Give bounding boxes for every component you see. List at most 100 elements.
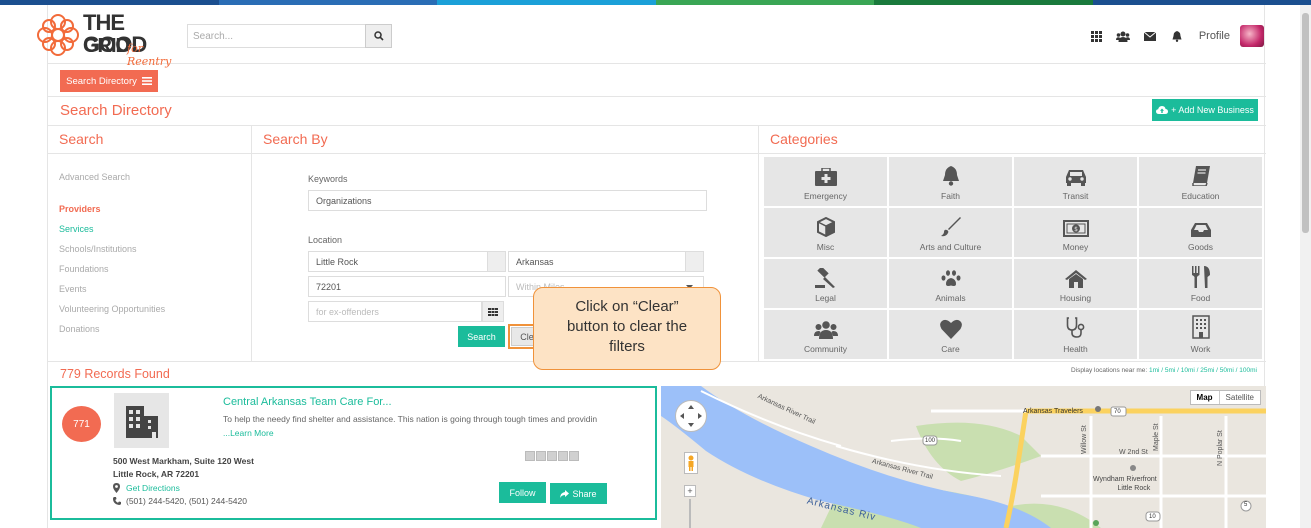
zoom-in-button[interactable]: + bbox=[684, 485, 696, 497]
category-care[interactable]: Care bbox=[889, 310, 1012, 359]
location-label: Location bbox=[308, 235, 343, 245]
profile-link[interactable]: Profile bbox=[1199, 30, 1230, 42]
map-label: N Poplar St bbox=[1217, 430, 1224, 466]
map-type-satellite-button[interactable]: Satellite bbox=[1220, 391, 1260, 404]
map-type-map-button[interactable]: Map bbox=[1191, 391, 1220, 404]
category-label: Emergency bbox=[804, 191, 847, 201]
nav-item-schools[interactable]: Schools/Institutions bbox=[59, 244, 165, 264]
category-money[interactable]: $ Money bbox=[1014, 208, 1137, 257]
category-work[interactable]: Work bbox=[1139, 310, 1262, 359]
category-education[interactable]: Education bbox=[1139, 157, 1262, 206]
nav-item-events[interactable]: Events bbox=[59, 284, 165, 304]
divider bbox=[48, 153, 251, 154]
radius-links[interactable]: 1mi / 5mi / 10mi / 25mi / 50mi / 100mi bbox=[1149, 367, 1257, 374]
nav-item-foundations[interactable]: Foundations bbox=[59, 264, 165, 284]
gavel-icon bbox=[814, 268, 835, 288]
add-new-business-button[interactable]: + Add New Business bbox=[1152, 99, 1258, 121]
filter-input[interactable]: for ex-offenders bbox=[308, 301, 482, 322]
category-label: Education bbox=[1181, 191, 1220, 201]
category-emergency[interactable]: Emergency bbox=[764, 157, 887, 206]
category-label: Animals bbox=[935, 293, 966, 303]
category-transit[interactable]: Transit bbox=[1014, 157, 1137, 206]
zip-input[interactable]: 72201 bbox=[308, 276, 506, 297]
avatar[interactable] bbox=[1240, 25, 1264, 47]
street-view-pegman[interactable] bbox=[684, 452, 698, 474]
callout-line-3: filters bbox=[609, 338, 645, 355]
site-logo[interactable]: THE GOOD GRID for Reentry bbox=[35, 8, 185, 68]
category-misc[interactable]: Misc bbox=[764, 208, 887, 257]
nav-item-donations[interactable]: Donations bbox=[59, 324, 165, 344]
listing-card: 771 Central Arkansas Team Care For... To… bbox=[50, 386, 657, 520]
pegman-icon bbox=[688, 455, 694, 471]
divider bbox=[759, 153, 1266, 154]
address-line-2: Little Rock, AR 72201 bbox=[113, 469, 200, 479]
filter-grid-button[interactable] bbox=[482, 301, 504, 322]
listing-thumbnail bbox=[114, 393, 169, 448]
grid-icon bbox=[488, 307, 498, 316]
nav-item-volunteering[interactable]: Volunteering Opportunities bbox=[59, 304, 165, 324]
category-legal[interactable]: Legal bbox=[764, 259, 887, 308]
category-label: Food bbox=[1190, 293, 1211, 303]
star-icon bbox=[558, 451, 568, 461]
address-line-1: 500 West Markham, Suite 120 West bbox=[113, 456, 254, 466]
listing-number-badge: 771 bbox=[62, 406, 101, 442]
scrollbar-thumb[interactable] bbox=[1302, 13, 1309, 233]
page-scrollbar[interactable] bbox=[1300, 5, 1311, 528]
zoom-slider[interactable] bbox=[689, 499, 691, 528]
search-panel-title: Search bbox=[59, 131, 104, 147]
global-search-button[interactable] bbox=[365, 24, 392, 48]
category-arts-and-culture[interactable]: Arts and Culture bbox=[889, 208, 1012, 257]
map-canvas bbox=[661, 386, 1266, 528]
listing-name-link[interactable]: Central Arkansas Team Care For... bbox=[223, 396, 392, 408]
map-label: 10 bbox=[1149, 514, 1156, 520]
category-faith[interactable]: Faith bbox=[889, 157, 1012, 206]
advanced-search-link[interactable]: Advanced Search bbox=[59, 172, 165, 192]
category-animals[interactable]: Animals bbox=[889, 259, 1012, 308]
share-label: Share bbox=[572, 488, 597, 499]
city-input-addon bbox=[488, 251, 506, 272]
nav-item-services[interactable]: Services bbox=[59, 224, 165, 244]
follow-button[interactable]: Follow bbox=[499, 482, 546, 503]
bell-icon[interactable] bbox=[1164, 23, 1191, 49]
bell-icon bbox=[942, 166, 959, 186]
map-label: W 2nd St bbox=[1119, 449, 1148, 456]
keywords-input[interactable]: Organizations bbox=[308, 190, 707, 211]
get-directions-link[interactable]: Get Directions bbox=[113, 483, 180, 493]
map-pan-control[interactable] bbox=[675, 400, 707, 432]
apps-grid-icon[interactable] bbox=[1083, 23, 1110, 49]
divider bbox=[48, 96, 1266, 97]
search-type-panel: Search Advanced Search Providers Service… bbox=[48, 125, 252, 361]
categories-panel: Categories Emergency Faith Transit Educa… bbox=[759, 125, 1266, 361]
users-icon[interactable] bbox=[1110, 23, 1137, 49]
paintbrush-icon bbox=[940, 217, 961, 237]
listing-description: To help the needy find shelter and assis… bbox=[223, 414, 598, 424]
book-icon bbox=[1191, 166, 1210, 186]
category-grid: Emergency Faith Transit Education Misc A… bbox=[764, 157, 1264, 359]
search-by-title: Search By bbox=[263, 131, 328, 147]
search-button[interactable]: Search bbox=[458, 326, 505, 347]
category-housing[interactable]: Housing bbox=[1014, 259, 1137, 308]
stethoscope-icon bbox=[1066, 317, 1084, 338]
category-goods[interactable]: Goods bbox=[1139, 208, 1262, 257]
svg-text:$: $ bbox=[1074, 226, 1078, 233]
display-radius-selector: Display locations near me: 1mi / 5mi / 1… bbox=[1071, 367, 1257, 374]
category-food[interactable]: Food bbox=[1139, 259, 1262, 308]
category-label: Transit bbox=[1062, 191, 1089, 201]
envelope-icon[interactable] bbox=[1137, 23, 1164, 49]
nav-item-providers[interactable]: Providers bbox=[59, 204, 165, 224]
share-button[interactable]: Share bbox=[550, 483, 607, 504]
phone-numbers: (501) 244-5420, (501) 244-5420 bbox=[126, 496, 247, 506]
global-search-input[interactable]: Search... bbox=[187, 24, 392, 48]
search-directory-menu-button[interactable]: Search Directory bbox=[60, 70, 158, 92]
results-map[interactable]: Arkansas River Trail Arkansas River Trai… bbox=[661, 386, 1266, 528]
learn-more-link[interactable]: ...Learn More bbox=[223, 428, 274, 438]
state-input[interactable]: Arkansas bbox=[508, 251, 686, 272]
category-label: Faith bbox=[941, 191, 960, 201]
star-icon bbox=[525, 451, 535, 461]
keywords-label: Keywords bbox=[308, 174, 348, 184]
category-community[interactable]: Community bbox=[764, 310, 887, 359]
category-label: Goods bbox=[1187, 242, 1214, 252]
city-input[interactable]: Little Rock bbox=[308, 251, 488, 272]
category-health[interactable]: Health bbox=[1014, 310, 1137, 359]
category-label: Housing bbox=[1059, 293, 1092, 303]
